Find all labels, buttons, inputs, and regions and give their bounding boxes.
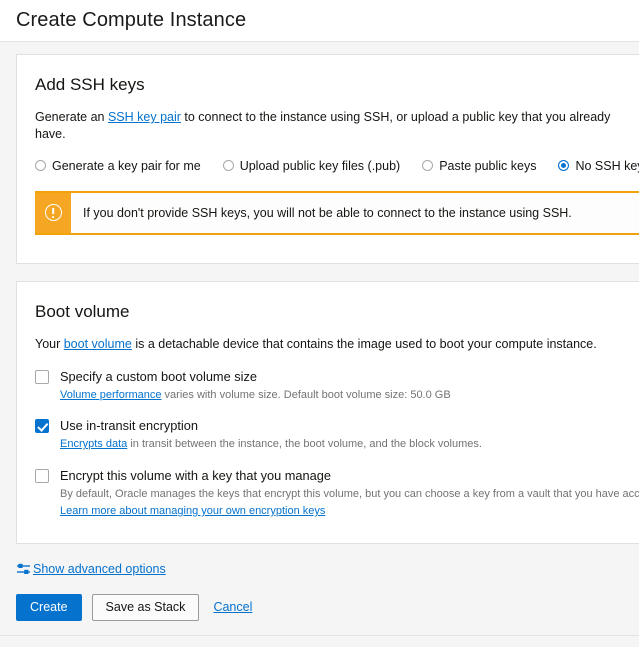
radio-mark-icon [558, 160, 570, 172]
checkbox-mark-icon[interactable] [35, 369, 49, 384]
checkbox-sublabel: Volume performance varies with volume si… [60, 388, 451, 403]
add-ssh-keys-card: Add SSH keys Generate an SSH key pair to… [16, 54, 639, 264]
sliders-icon [17, 563, 30, 574]
ssh-key-option-group: Generate a key pair for me Upload public… [35, 158, 639, 173]
warning-message: If you don't provide SSH keys, you will … [83, 205, 572, 220]
window-title-bar: Create Compute Instance [0, 0, 639, 42]
radio-upload-public-key-files[interactable]: Upload public key files (.pub) [222, 158, 401, 173]
volume-performance-link[interactable]: Volume performance [60, 389, 162, 401]
radio-mark-icon [35, 160, 46, 172]
checkbox-label: Specify a custom boot volume size [60, 368, 258, 384]
footer-action-bar: Create Save as Stack Cancel [16, 593, 639, 621]
checkbox-row-in-transit-encryption[interactable]: Use in-transit encryption Encrypts data … [35, 418, 615, 452]
radio-mark-icon [222, 160, 234, 172]
learn-more-encryption-keys-link[interactable]: Learn more about managing your own encry… [60, 505, 325, 517]
ssh-section-description: Generate an SSH key pair to connect to t… [35, 109, 615, 143]
boot-section-description: Your boot volume is a detachable device … [35, 336, 615, 353]
checkbox-label: Encrypt this volume with a key that you … [60, 468, 332, 484]
boot-section-heading: Boot volume [35, 301, 130, 321]
warning-icon-container [35, 192, 71, 233]
radio-label: Paste public keys [439, 158, 537, 173]
checkbox-row-encrypt-with-own-key[interactable]: Encrypt this volume with a key that you … [35, 468, 639, 519]
checkbox-subtext: varies with volume size. Default boot vo… [161, 388, 451, 401]
checkbox-row-custom-boot-volume-size[interactable]: Specify a custom boot volume size Volume… [35, 369, 615, 403]
boot-desc-prefix: Your [35, 336, 64, 351]
radio-label: Upload public key files (.pub) [239, 158, 401, 173]
show-advanced-options-toggle[interactable]: Show advanced options [16, 562, 639, 576]
boot-volume-card: Boot volume Your boot volume is a detach… [16, 280, 639, 544]
radio-paste-public-keys[interactable]: Paste public keys [422, 159, 536, 173]
checkbox-mark-icon[interactable] [35, 469, 49, 484]
checkbox-body: Specify a custom boot volume size Volume… [60, 369, 451, 403]
radio-mark-icon [422, 160, 434, 172]
create-button[interactable]: Create [16, 593, 82, 621]
page-title: Create Compute Instance [16, 9, 247, 31]
page-content: Add SSH keys Generate an SSH key pair to… [0, 54, 639, 636]
exclamation-circle-icon [44, 204, 62, 222]
footer-divider [0, 634, 639, 636]
save-as-stack-button[interactable]: Save as Stack [91, 593, 200, 621]
checkbox-body: Encrypt this volume with a key that you … [60, 468, 639, 519]
cancel-link[interactable]: Cancel [213, 600, 252, 614]
radio-label: Generate a key pair for me [52, 158, 201, 173]
ssh-section-heading: Add SSH keys [35, 75, 145, 94]
checkbox-sublabel-link-line: Learn more about managing your own encry… [60, 504, 615, 519]
checkbox-mark-icon[interactable] [35, 419, 49, 434]
checkbox-label: Use in-transit encryption [60, 418, 198, 434]
show-advanced-options-label: Show advanced options [33, 561, 166, 576]
checkbox-body: Use in-transit encryption Encrypts data … [60, 418, 482, 452]
boot-desc-suffix: is a detachable device that contains the… [131, 336, 597, 351]
ssh-warning-banner: If you don't provide SSH keys, you will … [35, 190, 639, 235]
ssh-key-pair-link[interactable]: SSH key pair [108, 110, 181, 124]
checkbox-subtext: By default, Oracle manages the keys that… [60, 488, 639, 501]
encrypts-data-link[interactable]: Encrypts data [60, 438, 127, 450]
radio-no-ssh-keys[interactable]: No SSH keys [558, 159, 639, 173]
radio-label: No SSH keys [575, 158, 639, 173]
ssh-desc-prefix: Generate an [35, 110, 108, 124]
boot-volume-link[interactable]: boot volume [64, 337, 132, 351]
checkbox-subtext: in transit between the instance, the boo… [127, 438, 482, 451]
checkbox-sublabel: Encrypts data in transit between the ins… [60, 437, 482, 452]
radio-generate-key-pair[interactable]: Generate a key pair for me [35, 159, 201, 173]
